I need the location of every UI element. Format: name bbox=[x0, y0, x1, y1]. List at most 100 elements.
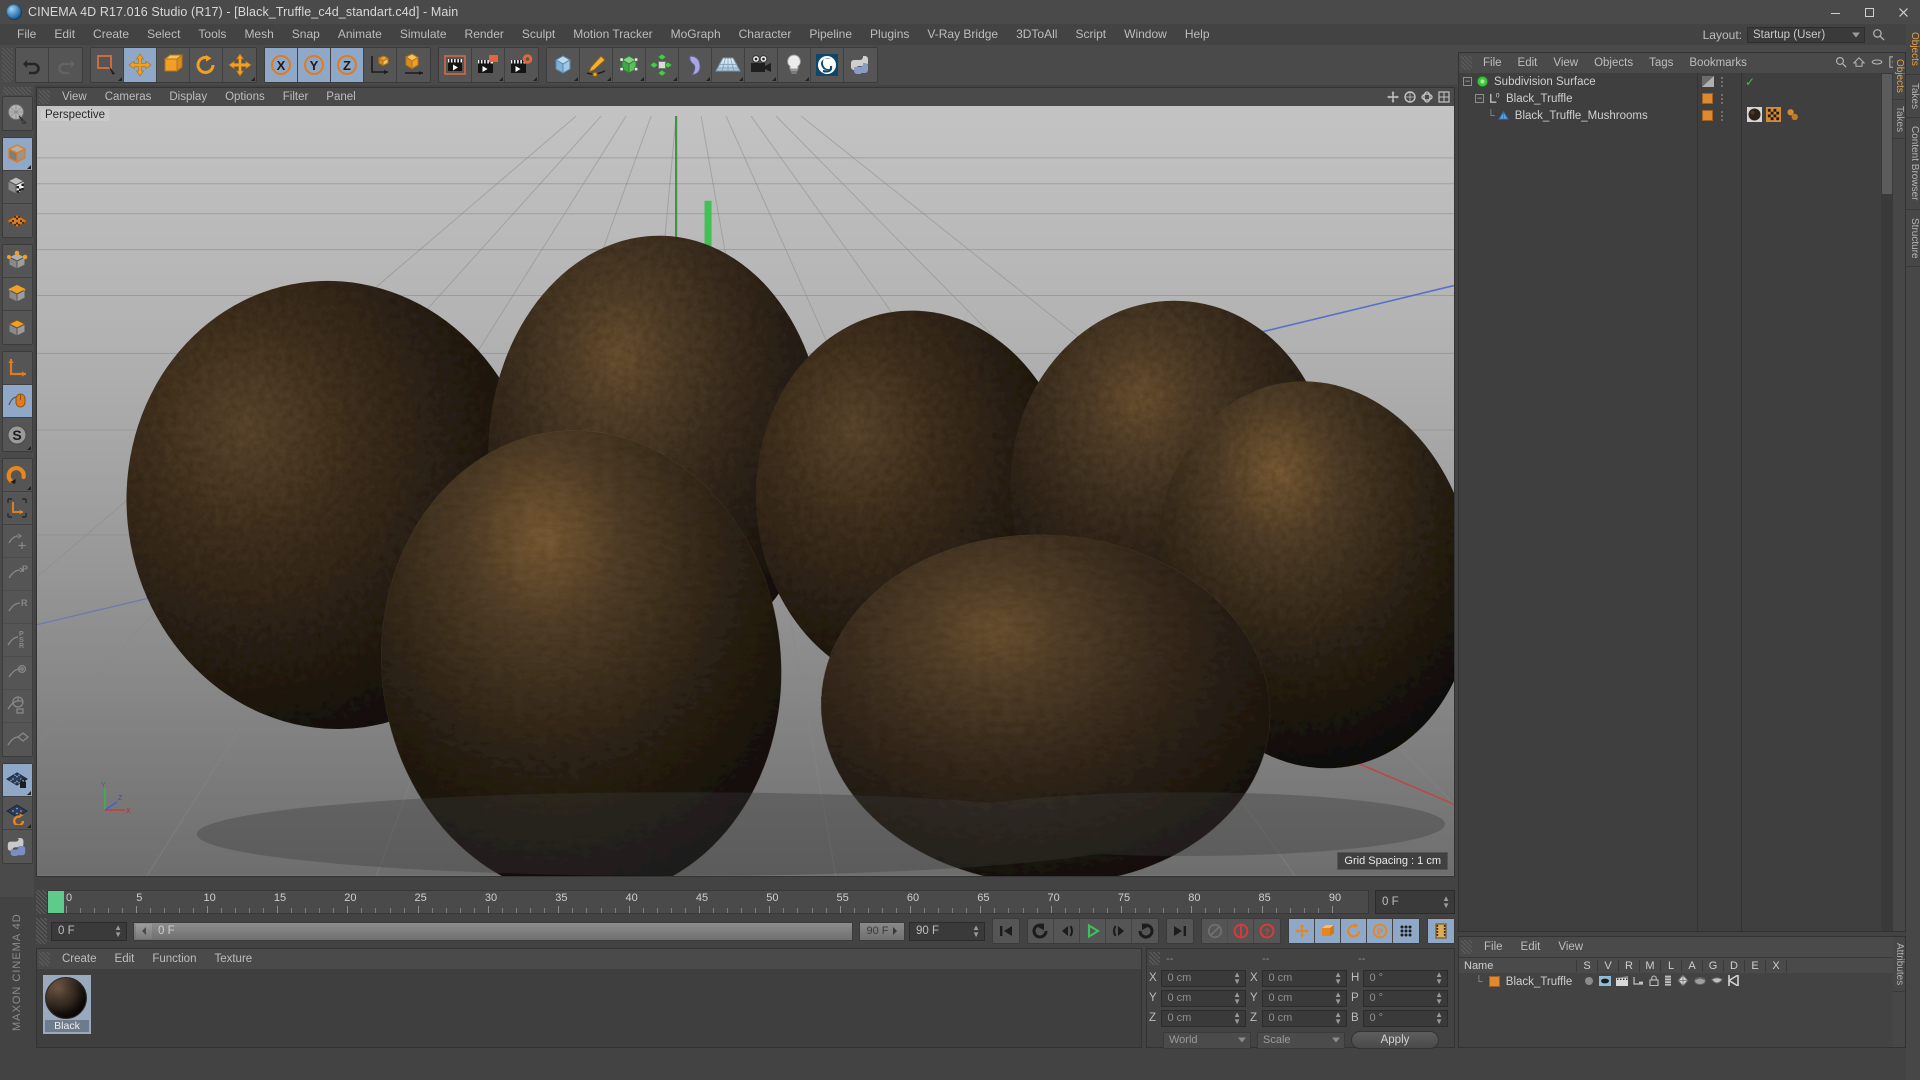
param-key-icon[interactable]: P bbox=[1367, 919, 1393, 943]
rot-h-input[interactable]: 0 ° ▲ ▼ bbox=[1363, 969, 1448, 987]
viewport-menu-view[interactable]: View bbox=[53, 88, 96, 106]
ellipse-icon[interactable] bbox=[1871, 56, 1883, 71]
dot-icon[interactable] bbox=[1584, 975, 1594, 989]
pla-key-icon[interactable] bbox=[1393, 919, 1419, 943]
render-view-icon[interactable] bbox=[439, 48, 472, 82]
play-forward-icon[interactable] bbox=[1080, 919, 1106, 943]
column-r[interactable]: R bbox=[1619, 959, 1640, 972]
pos-z-input[interactable]: 0 cm ▲ ▼ bbox=[1161, 1009, 1246, 1027]
timeline-icon[interactable] bbox=[1428, 919, 1454, 943]
workplane-lock-icon[interactable] bbox=[2, 764, 32, 797]
material-manager-grip[interactable] bbox=[39, 952, 50, 966]
world-object-axis-icon[interactable] bbox=[364, 48, 397, 82]
polygon-mode-icon[interactable] bbox=[3, 311, 32, 344]
spinner-icon[interactable]: ▲ ▼ bbox=[1233, 1011, 1241, 1026]
material-menu-texture[interactable]: Texture bbox=[205, 949, 261, 969]
menu-render[interactable]: Render bbox=[456, 24, 513, 45]
keyframe-selection-icon[interactable]: ? bbox=[1254, 919, 1280, 943]
soft-selection-icon[interactable]: S bbox=[3, 418, 32, 451]
rot-b-input[interactable]: 0 ° ▲ ▼ bbox=[1363, 1009, 1448, 1027]
scale-lock-icon[interactable] bbox=[2, 657, 32, 690]
expander-icon[interactable]: − bbox=[1475, 94, 1484, 103]
psr-lock-icon[interactable]: P S R bbox=[2, 624, 32, 657]
lock-z-axis-icon[interactable]: Z bbox=[331, 48, 364, 82]
step-back-icon[interactable] bbox=[1054, 919, 1080, 943]
generator-icon[interactable] bbox=[1694, 975, 1707, 989]
layers-icon[interactable] bbox=[1664, 975, 1672, 989]
redo-icon[interactable] bbox=[49, 48, 82, 82]
menu-edit[interactable]: Edit bbox=[45, 24, 84, 45]
point-mode-icon[interactable] bbox=[2, 245, 32, 278]
anim-start-field[interactable]: 0 F ▲ ▼ bbox=[51, 921, 127, 941]
points-mode-icon[interactable] bbox=[3, 204, 32, 237]
search-icon[interactable] bbox=[1835, 56, 1847, 71]
edge-mode-icon[interactable] bbox=[2, 278, 32, 311]
selection-tool-icon[interactable] bbox=[91, 48, 124, 82]
lock-y-axis-icon[interactable]: Y bbox=[298, 48, 331, 82]
pos-y-input[interactable]: 0 cm ▲ ▼ bbox=[1161, 989, 1246, 1007]
spinner-icon[interactable]: ▲ ▼ bbox=[114, 924, 122, 939]
size-x-input[interactable]: 0 cm ▲ ▼ bbox=[1262, 969, 1347, 987]
render-icon[interactable] bbox=[1616, 975, 1629, 989]
vtab-takes[interactable]: Takes bbox=[1893, 100, 1905, 140]
column-d[interactable]: D bbox=[1724, 959, 1745, 972]
position-lock-icon[interactable]: P bbox=[2, 558, 32, 591]
move-snap-icon[interactable] bbox=[2, 525, 32, 558]
rotation-key-icon[interactable] bbox=[1341, 919, 1367, 943]
move-axis-icon[interactable] bbox=[223, 48, 256, 82]
timeline-frame-field[interactable]: 0 F ▲ ▼ bbox=[1375, 890, 1455, 914]
object-tree-scrollbar[interactable] bbox=[1881, 73, 1893, 931]
scale-tool-icon[interactable] bbox=[157, 48, 190, 82]
menu-vray-bridge[interactable]: V-Ray Bridge bbox=[918, 24, 1007, 45]
anim-range-track[interactable]: 0 F bbox=[133, 921, 853, 941]
spline-pen-icon[interactable] bbox=[580, 48, 613, 82]
python-generator-icon[interactable] bbox=[844, 48, 877, 82]
size-z-input[interactable]: 0 cm ▲ ▼ bbox=[1262, 1009, 1347, 1027]
render-settings-icon[interactable] bbox=[505, 48, 538, 82]
column-m[interactable]: M bbox=[1640, 959, 1661, 972]
perspective-viewport[interactable]: Perspective Y X Z Grid Spacing: 1 cm bbox=[37, 106, 1454, 876]
sketch-toon-icon[interactable] bbox=[811, 48, 844, 82]
menu-create[interactable]: Create bbox=[84, 24, 138, 45]
deform-icon[interactable] bbox=[1677, 973, 1689, 989]
scrollbar-thumb[interactable] bbox=[1882, 74, 1892, 194]
menu-simulate[interactable]: Simulate bbox=[391, 24, 456, 45]
spinner-icon[interactable]: ▲ ▼ bbox=[1435, 991, 1443, 1006]
material-menu-create[interactable]: Create bbox=[53, 949, 106, 969]
attribute-grip[interactable] bbox=[1461, 940, 1472, 954]
menu-sculpt[interactable]: Sculpt bbox=[513, 24, 564, 45]
scene-floor-icon[interactable] bbox=[712, 48, 745, 82]
object-row-black-truffle-mushrooms[interactable]: └ Black_Truffle_Mushrooms bbox=[1459, 106, 1893, 124]
material-list[interactable]: Black bbox=[37, 969, 1141, 1047]
enabled-check-icon[interactable]: ✓ bbox=[1745, 75, 1755, 89]
size-y-input[interactable]: 0 cm ▲ ▼ bbox=[1262, 989, 1347, 1007]
menu-help[interactable]: Help bbox=[1176, 24, 1219, 45]
timeline-ruler[interactable]: 0 5 10 15 20 25 30 35 40 45 50 55 60 65 70 75 80 85 90 bbox=[47, 890, 1369, 914]
vtab-attributes[interactable]: Attributes bbox=[1893, 937, 1905, 993]
anim-end-field[interactable]: 90 F ▲ ▼ bbox=[909, 921, 985, 941]
rotation-lock-icon[interactable]: R bbox=[2, 591, 32, 624]
menu-motion-tracker[interactable]: Motion Tracker bbox=[564, 24, 661, 45]
menu-tools[interactable]: Tools bbox=[189, 24, 235, 45]
coordinate-mode-dropdown[interactable]: Scale bbox=[1257, 1031, 1345, 1049]
record-active-icon[interactable] bbox=[1202, 919, 1228, 943]
left-toolbar-grip[interactable] bbox=[3, 87, 31, 95]
step-forward-icon[interactable] bbox=[1106, 919, 1132, 943]
object-manager-grip[interactable] bbox=[1461, 56, 1472, 70]
dots-toggle-icon[interactable] bbox=[1721, 110, 1723, 121]
viewport-menu-filter[interactable]: Filter bbox=[274, 88, 318, 106]
maximize-button[interactable] bbox=[1852, 0, 1886, 24]
workplane-icon[interactable] bbox=[2, 492, 32, 525]
menu-3dtoall[interactable]: 3DToAll bbox=[1007, 24, 1066, 45]
edge-tab-content-browser[interactable]: Content Browser bbox=[1906, 118, 1920, 210]
lock-x-axis-icon[interactable]: X bbox=[265, 48, 298, 82]
menu-plugins[interactable]: Plugins bbox=[861, 24, 918, 45]
spinner-icon[interactable]: ▲ ▼ bbox=[1435, 971, 1443, 986]
menu-file[interactable]: File bbox=[8, 24, 45, 45]
dots-toggle-icon[interactable] bbox=[1721, 76, 1723, 87]
move-tool-icon[interactable] bbox=[124, 48, 157, 82]
spinner-icon[interactable]: ▲ ▼ bbox=[1442, 895, 1450, 910]
spinner-icon[interactable]: ▲ ▼ bbox=[1334, 1011, 1342, 1026]
layer-color-swatch[interactable] bbox=[1488, 976, 1500, 987]
timeline-grip[interactable] bbox=[36, 890, 47, 914]
